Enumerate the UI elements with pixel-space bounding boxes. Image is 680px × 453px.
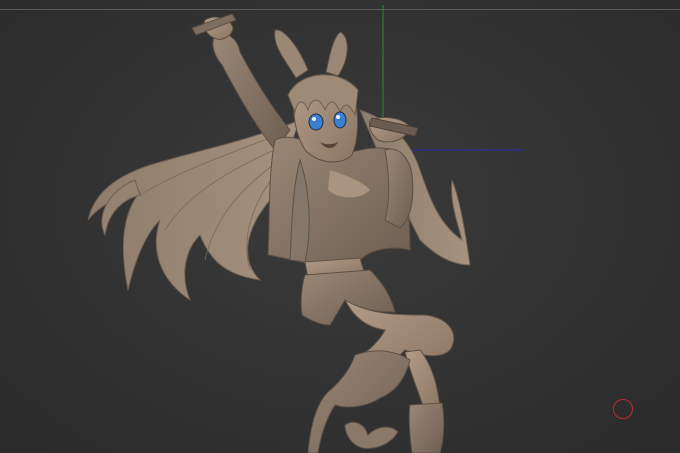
left-eye <box>308 113 324 131</box>
lower-leg <box>404 349 441 413</box>
raised-arm <box>212 33 291 151</box>
bow-left-ear <box>274 29 309 79</box>
bow-right-ear <box>325 31 348 77</box>
left-eye-highlight <box>312 117 316 121</box>
sculpt-viewport[interactable] <box>0 0 680 453</box>
right-eye <box>333 111 347 129</box>
rotation-gizmo-icon[interactable] <box>613 399 633 419</box>
right-eye-highlight <box>336 115 340 119</box>
boot-bow <box>344 421 399 449</box>
hair-left-strand <box>87 119 301 302</box>
boot-front <box>408 402 445 453</box>
sculpt-model-scene[interactable] <box>0 0 680 453</box>
